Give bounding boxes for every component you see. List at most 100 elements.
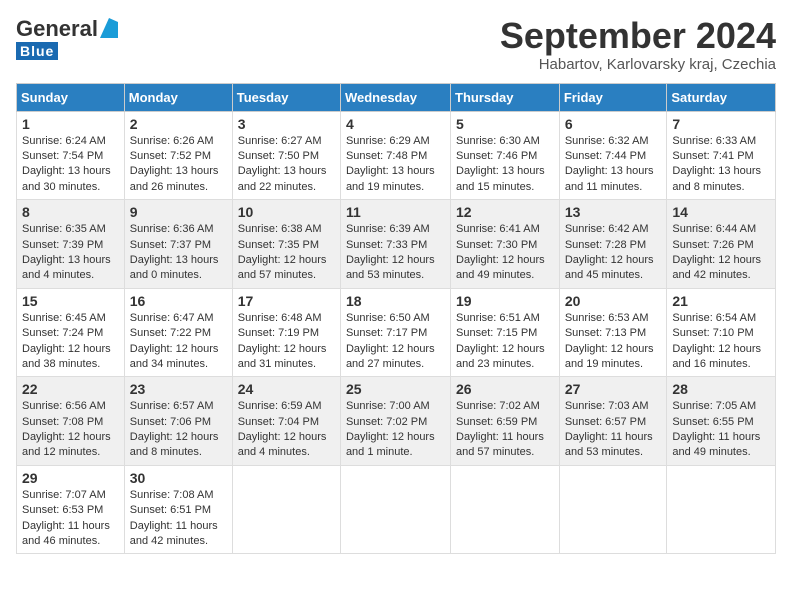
day-info: Sunrise: 6:48 AM Sunset: 7:19 PM Dayligh… xyxy=(238,311,335,373)
header-day-monday: Monday xyxy=(124,83,232,111)
calendar-cell: 18Sunrise: 6:50 AM Sunset: 7:17 PM Dayli… xyxy=(340,288,450,377)
day-info: Sunrise: 7:07 AM Sunset: 6:53 PM Dayligh… xyxy=(22,488,119,550)
calendar-cell: 26Sunrise: 7:02 AM Sunset: 6:59 PM Dayli… xyxy=(451,377,560,466)
calendar-cell: 17 Sunrise: 6:48 AM Sunset: 7:19 PM Dayli… xyxy=(232,288,340,377)
day-info: Sunrise: 6:57 AM Sunset: 7:06 PM Dayligh… xyxy=(130,399,227,461)
day-info: Sunrise: 6:54 AM Sunset: 7:10 PM Dayligh… xyxy=(672,311,770,373)
calendar-cell xyxy=(232,465,340,554)
day-info: Sunrise: 6:50 AM Sunset: 7:17 PM Dayligh… xyxy=(346,311,445,373)
calendar-cell: 23 Sunrise: 6:57 AM Sunset: 7:06 PM Dayli… xyxy=(124,377,232,466)
day-info: Sunrise: 6:27 AM Sunset: 7:50 PM Dayligh… xyxy=(238,134,335,196)
day-number: 7 xyxy=(672,116,770,132)
calendar-cell: 9 Sunrise: 6:36 AM Sunset: 7:37 PM Daylig… xyxy=(124,200,232,289)
day-number: 12 xyxy=(456,204,554,220)
calendar-cell: 12 Sunrise: 6:41 AM Sunset: 7:30 PM Dayli… xyxy=(451,200,560,289)
calendar-cell: 2 Sunrise: 6:26 AM Sunset: 7:52 PM Daylig… xyxy=(124,111,232,200)
header-day-thursday: Thursday xyxy=(451,83,560,111)
day-info: Sunrise: 6:53 AM Sunset: 7:13 PM Dayligh… xyxy=(565,311,662,373)
calendar-table: SundayMondayTuesdayWednesdayThursdayFrid… xyxy=(16,83,776,555)
day-info: Sunrise: 6:59 AM Sunset: 7:04 PM Dayligh… xyxy=(238,399,335,461)
calendar-cell: 24 Sunrise: 6:59 AM Sunset: 7:04 PM Dayli… xyxy=(232,377,340,466)
day-info: Sunrise: 6:26 AM Sunset: 7:52 PM Dayligh… xyxy=(130,134,227,196)
day-number: 28 xyxy=(672,381,770,397)
day-number: 2 xyxy=(130,116,227,132)
day-number: 1 xyxy=(22,116,119,132)
day-info: Sunrise: 6:29 AM Sunset: 7:48 PM Dayligh… xyxy=(346,134,445,196)
header-day-friday: Friday xyxy=(559,83,667,111)
day-info: Sunrise: 7:02 AM Sunset: 6:59 PM Dayligh… xyxy=(456,399,554,461)
calendar-cell: 28 Sunrise: 7:05 AM Sunset: 6:55 PM Dayli… xyxy=(667,377,776,466)
calendar-cell: 7 Sunrise: 6:33 AM Sunset: 7:41 PM Daylig… xyxy=(667,111,776,200)
calendar-cell: 30 Sunrise: 7:08 AM Sunset: 6:51 PM Dayli… xyxy=(124,465,232,554)
calendar-cell: 10 Sunrise: 6:38 AM Sunset: 7:35 PM Dayli… xyxy=(232,200,340,289)
day-info: Sunrise: 6:32 AM Sunset: 7:44 PM Dayligh… xyxy=(565,134,662,196)
calendar-cell xyxy=(451,465,560,554)
day-number: 3 xyxy=(238,116,335,132)
day-info: Sunrise: 6:35 AM Sunset: 7:39 PM Dayligh… xyxy=(22,222,119,284)
calendar-cell: 29 Sunrise: 7:07 AM Sunset: 6:53 PM Dayli… xyxy=(17,465,125,554)
day-number: 8 xyxy=(22,204,119,220)
logo-icon xyxy=(100,18,118,38)
day-info: Sunrise: 6:24 AM Sunset: 7:54 PM Dayligh… xyxy=(22,134,119,196)
calendar-cell: 5 Sunrise: 6:30 AM Sunset: 7:46 PM Daylig… xyxy=(451,111,560,200)
day-info: Sunrise: 7:03 AM Sunset: 6:57 PM Dayligh… xyxy=(565,399,662,461)
day-info: Sunrise: 6:56 AM Sunset: 7:08 PM Dayligh… xyxy=(22,399,119,461)
day-number: 25 xyxy=(346,381,445,397)
day-info: Sunrise: 6:42 AM Sunset: 7:28 PM Dayligh… xyxy=(565,222,662,284)
day-info: Sunrise: 6:30 AM Sunset: 7:46 PM Dayligh… xyxy=(456,134,554,196)
calendar-cell: 14 Sunrise: 6:44 AM Sunset: 7:26 PM Dayli… xyxy=(667,200,776,289)
day-info: Sunrise: 6:44 AM Sunset: 7:26 PM Dayligh… xyxy=(672,222,770,284)
day-number: 16 xyxy=(130,293,227,309)
calendar-cell: 8 Sunrise: 6:35 AM Sunset: 7:39 PM Daylig… xyxy=(17,200,125,289)
calendar-cell: 4Sunrise: 6:29 AM Sunset: 7:48 PM Daylig… xyxy=(340,111,450,200)
day-number: 30 xyxy=(130,470,227,486)
logo-general: General xyxy=(16,16,98,42)
calendar-cell: 6 Sunrise: 6:32 AM Sunset: 7:44 PM Daylig… xyxy=(559,111,667,200)
location-subtitle: Habartov, Karlovarsky kraj, Czechia xyxy=(500,56,776,73)
day-info: Sunrise: 7:08 AM Sunset: 6:51 PM Dayligh… xyxy=(130,488,227,550)
calendar-cell: 27 Sunrise: 7:03 AM Sunset: 6:57 PM Dayli… xyxy=(559,377,667,466)
calendar-cell xyxy=(340,465,450,554)
day-number: 5 xyxy=(456,116,554,132)
day-number: 19 xyxy=(456,293,554,309)
day-number: 11 xyxy=(346,204,445,220)
day-info: Sunrise: 6:39 AM Sunset: 7:33 PM Dayligh… xyxy=(346,222,445,284)
header-day-saturday: Saturday xyxy=(667,83,776,111)
day-number: 22 xyxy=(22,381,119,397)
calendar-cell: 16 Sunrise: 6:47 AM Sunset: 7:22 PM Dayli… xyxy=(124,288,232,377)
day-info: Sunrise: 6:36 AM Sunset: 7:37 PM Dayligh… xyxy=(130,222,227,284)
month-title: September 2024 xyxy=(500,16,776,56)
header-day-tuesday: Tuesday xyxy=(232,83,340,111)
day-number: 29 xyxy=(22,470,119,486)
day-number: 14 xyxy=(672,204,770,220)
day-number: 13 xyxy=(565,204,662,220)
day-number: 21 xyxy=(672,293,770,309)
calendar-cell xyxy=(559,465,667,554)
day-info: Sunrise: 6:47 AM Sunset: 7:22 PM Dayligh… xyxy=(130,311,227,373)
day-number: 10 xyxy=(238,204,335,220)
header-day-wednesday: Wednesday xyxy=(340,83,450,111)
calendar-cell: 15 Sunrise: 6:45 AM Sunset: 7:24 PM Dayli… xyxy=(17,288,125,377)
calendar-cell xyxy=(667,465,776,554)
header-day-sunday: Sunday xyxy=(17,83,125,111)
day-info: Sunrise: 6:38 AM Sunset: 7:35 PM Dayligh… xyxy=(238,222,335,284)
calendar-cell: 25 Sunrise: 7:00 AM Sunset: 7:02 PM Dayli… xyxy=(340,377,450,466)
calendar-cell: 3 Sunrise: 6:27 AM Sunset: 7:50 PM Daylig… xyxy=(232,111,340,200)
day-info: Sunrise: 6:33 AM Sunset: 7:41 PM Dayligh… xyxy=(672,134,770,196)
day-number: 23 xyxy=(130,381,227,397)
day-info: Sunrise: 6:45 AM Sunset: 7:24 PM Dayligh… xyxy=(22,311,119,373)
day-info: Sunrise: 6:41 AM Sunset: 7:30 PM Dayligh… xyxy=(456,222,554,284)
day-number: 15 xyxy=(22,293,119,309)
day-number: 24 xyxy=(238,381,335,397)
day-info: Sunrise: 7:00 AM Sunset: 7:02 PM Dayligh… xyxy=(346,399,445,461)
calendar-cell: 21 Sunrise: 6:54 AM Sunset: 7:10 PM Dayli… xyxy=(667,288,776,377)
day-number: 6 xyxy=(565,116,662,132)
day-info: Sunrise: 7:05 AM Sunset: 6:55 PM Dayligh… xyxy=(672,399,770,461)
calendar-cell: 19Sunrise: 6:51 AM Sunset: 7:15 PM Dayli… xyxy=(451,288,560,377)
day-number: 9 xyxy=(130,204,227,220)
calendar-cell: 22 Sunrise: 6:56 AM Sunset: 7:08 PM Dayli… xyxy=(17,377,125,466)
day-number: 27 xyxy=(565,381,662,397)
calendar-cell: 1 Sunrise: 6:24 AM Sunset: 7:54 PM Daylig… xyxy=(17,111,125,200)
day-number: 17 xyxy=(238,293,335,309)
title-area: September 2024 Habartov, Karlovarsky kra… xyxy=(500,16,776,73)
